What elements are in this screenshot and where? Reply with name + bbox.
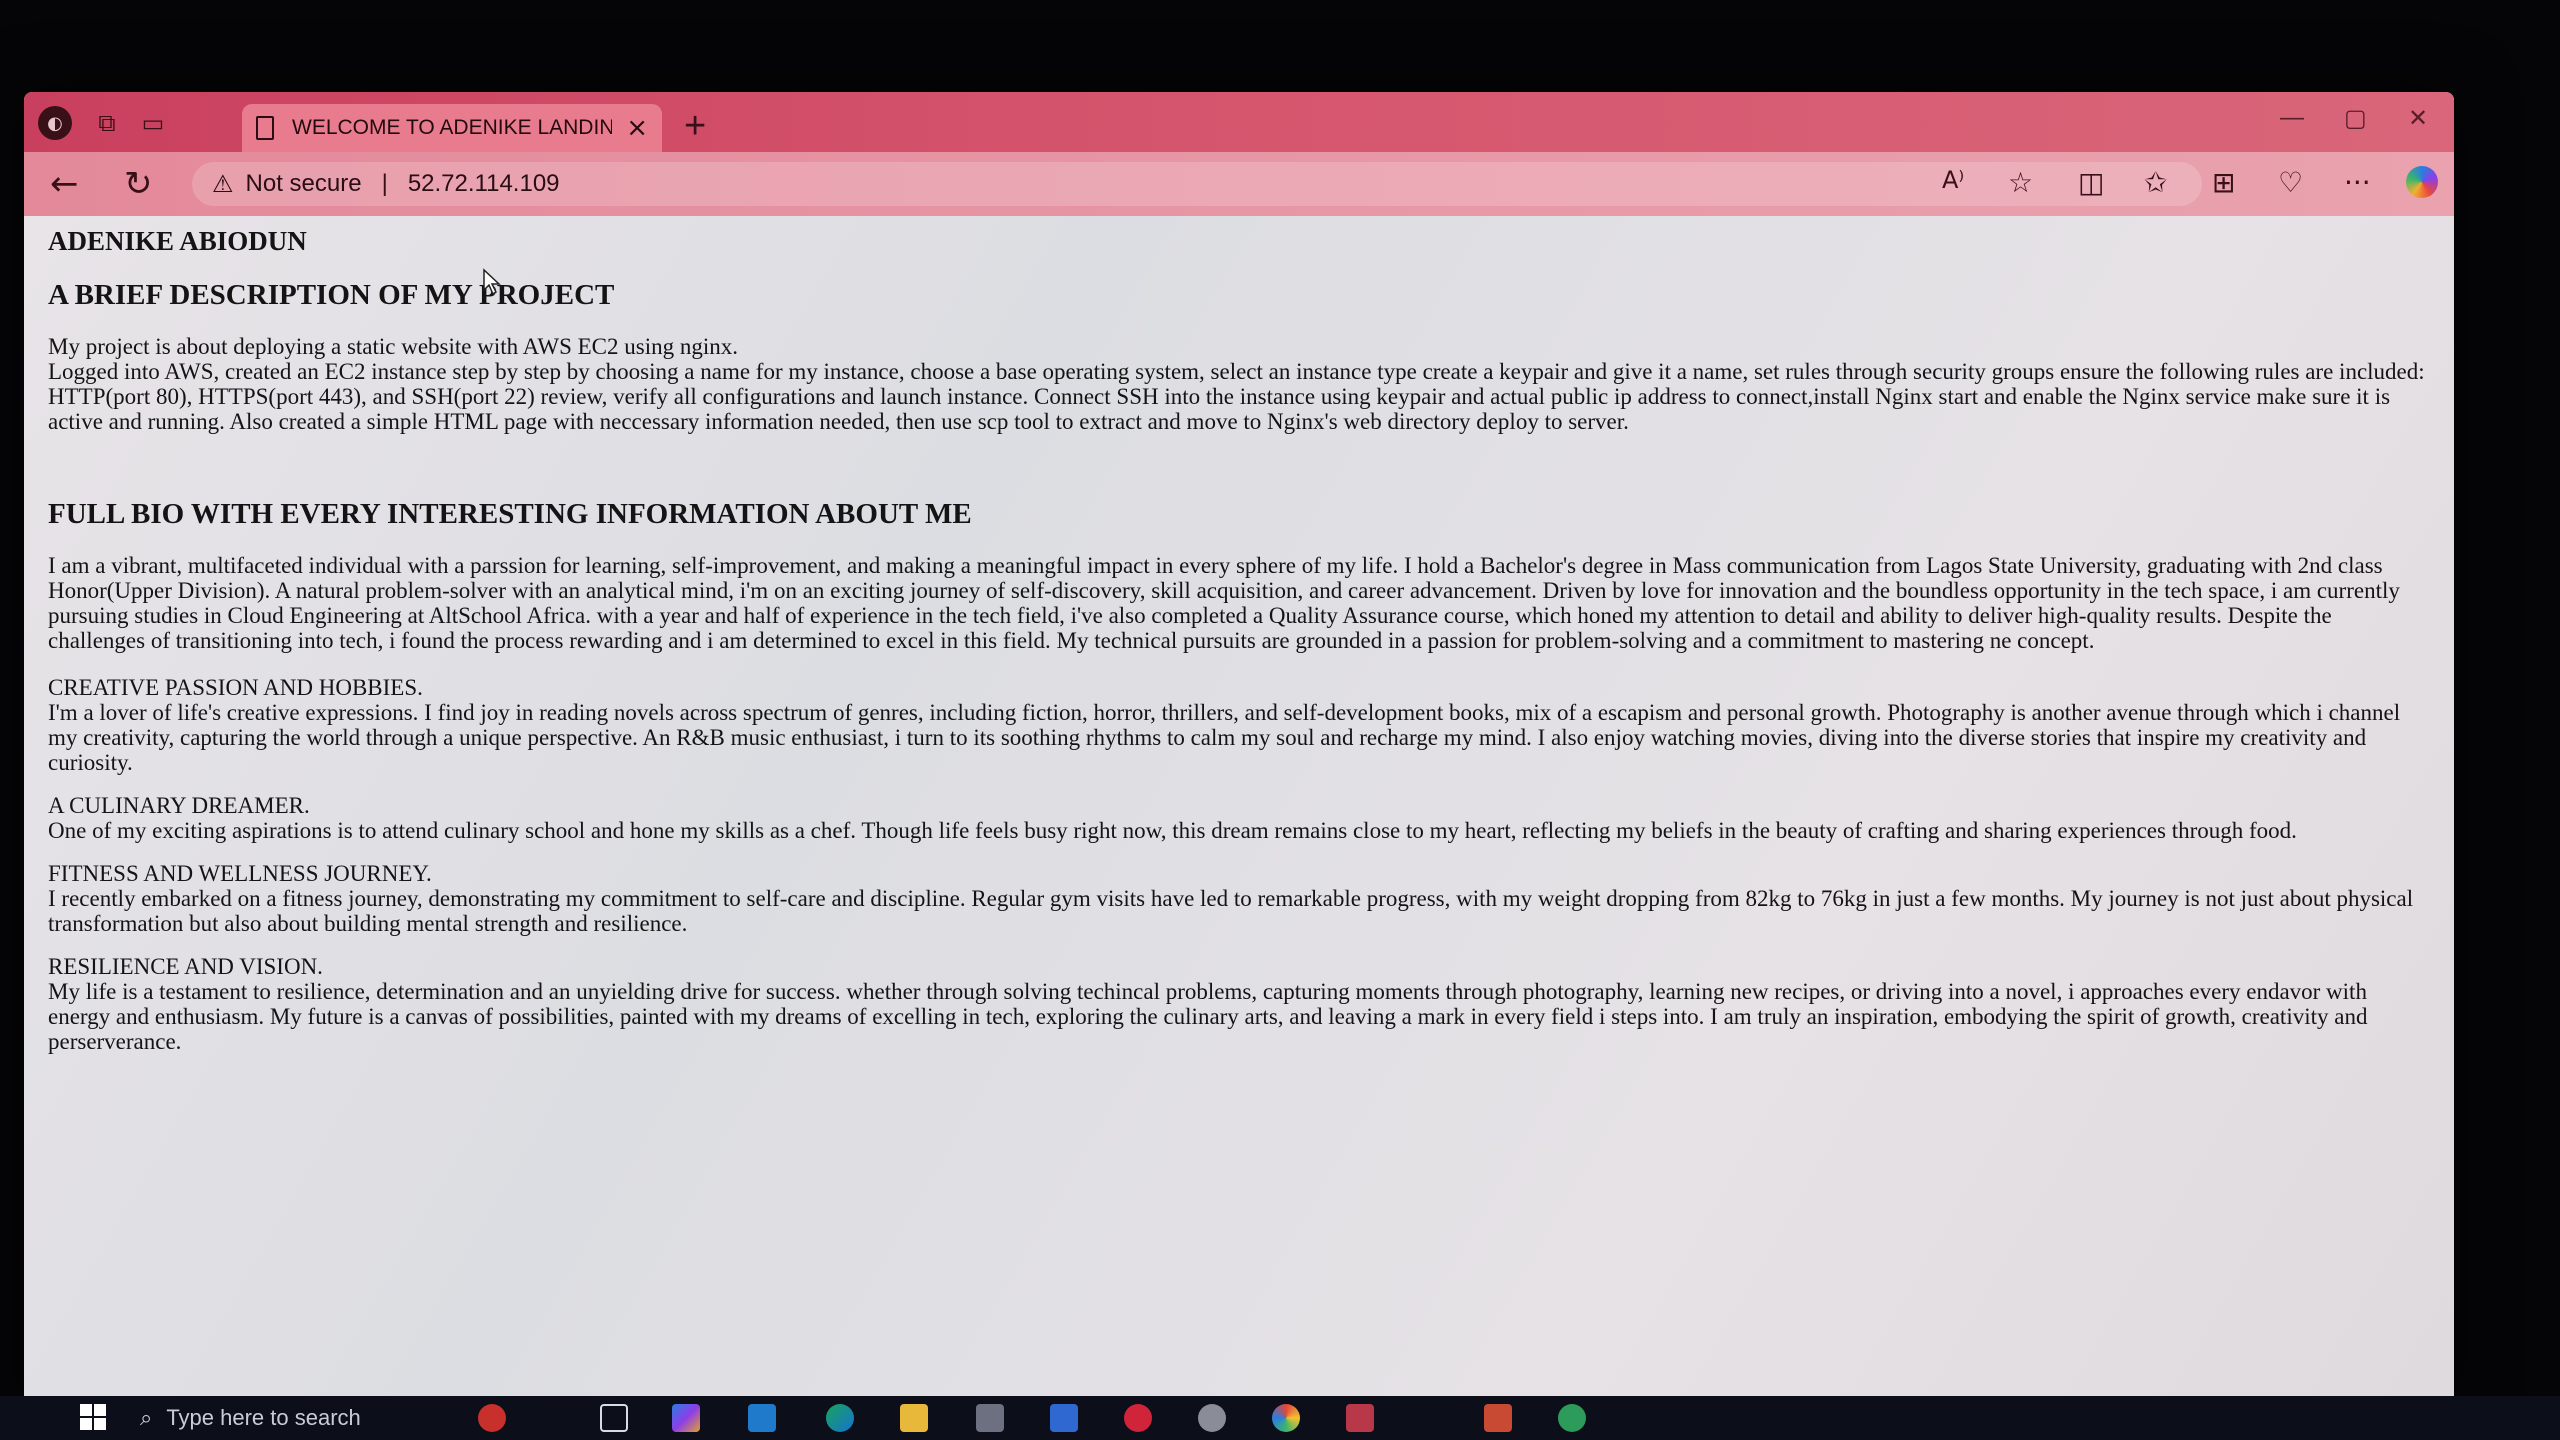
file-explorer-icon[interactable] bbox=[900, 1404, 928, 1432]
more-options-icon[interactable]: ··· bbox=[2344, 166, 2371, 199]
section-creative: CREATIVE PASSION AND HOBBIES. I'm a love… bbox=[48, 675, 2430, 775]
tab-active[interactable]: WELCOME TO ADENIKE LANDING PAGE × bbox=[242, 104, 662, 152]
copilot-icon[interactable] bbox=[2406, 166, 2438, 198]
read-aloud-icon[interactable]: A⁾ bbox=[1942, 166, 1964, 194]
bio-heading: FULL BIO WITH EVERY INTERESTING INFORMAT… bbox=[48, 498, 972, 530]
browser-essentials-icon[interactable]: ♡ bbox=[2278, 166, 2303, 199]
workspaces-icon[interactable]: ⧉ bbox=[90, 106, 124, 140]
task-view-icon[interactable] bbox=[600, 1404, 628, 1432]
vscode-icon[interactable] bbox=[748, 1404, 776, 1432]
taskbar-search[interactable]: ⌕ Type here to search bbox=[140, 1400, 440, 1436]
split-screen-icon[interactable]: ◫ bbox=[2078, 166, 2104, 199]
maximize-button[interactable]: ▢ bbox=[2344, 104, 2367, 133]
page-icon bbox=[256, 116, 274, 140]
url-text[interactable]: 52.72.114.109 bbox=[408, 170, 560, 198]
warning-icon[interactable]: ⚠ bbox=[212, 170, 234, 199]
section-culinary: A CULINARY DREAMER. One of my exciting a… bbox=[48, 793, 2430, 843]
address-bar[interactable]: ⚠ Not secure | 52.72.114.109 bbox=[192, 162, 2202, 206]
taskbar-search-placeholder[interactable]: Type here to search bbox=[166, 1405, 360, 1431]
address-separator: | bbox=[381, 170, 388, 197]
section-text: My life is a testament to resilience, de… bbox=[48, 979, 2368, 1054]
browser-window: ◐ ⧉ ▭ WELCOME TO ADENIKE LANDING PAGE × … bbox=[24, 92, 2454, 1412]
refresh-icon[interactable]: ↻ bbox=[124, 164, 153, 204]
store-icon[interactable] bbox=[976, 1404, 1004, 1432]
back-arrow-icon[interactable]: ← bbox=[50, 164, 79, 204]
security-label[interactable]: Not secure bbox=[246, 170, 362, 198]
close-window-button[interactable]: ✕ bbox=[2408, 104, 2428, 133]
poinsettia-icon[interactable] bbox=[478, 1404, 506, 1432]
windows-start-icon[interactable] bbox=[80, 1404, 106, 1430]
taskbar: ⌕ Type here to search bbox=[0, 1396, 2560, 1440]
vertical-tabs-icon[interactable]: ▭ bbox=[136, 106, 170, 140]
app-icon-4[interactable] bbox=[1558, 1404, 1586, 1432]
section-title: A CULINARY DREAMER. bbox=[48, 793, 310, 818]
section-text: I'm a lover of life's creative expressio… bbox=[48, 700, 2401, 775]
project-heading: A BRIEF DESCRIPTION OF MY PROJECT bbox=[48, 279, 615, 311]
app-icon[interactable] bbox=[1050, 1404, 1078, 1432]
project-description: My project is about deploying a static w… bbox=[48, 334, 2425, 434]
section-title: RESILIENCE AND VISION. bbox=[48, 954, 323, 979]
minimize-button[interactable]: — bbox=[2280, 104, 2304, 132]
chrome-icon[interactable] bbox=[1272, 1404, 1300, 1432]
new-tab-button[interactable]: + bbox=[684, 107, 706, 145]
profile-icon[interactable]: ◐ bbox=[38, 106, 72, 140]
bio-paragraph: I am a vibrant, multifaceted individual … bbox=[48, 553, 2400, 653]
navigation-bar: ← ↻ ⚠ Not secure | 52.72.114.109 A⁾ ☆ ◫ … bbox=[24, 152, 2454, 216]
page-content: ADENIKE ABIODUN A BRIEF DESCRIPTION OF M… bbox=[24, 216, 2454, 1412]
tab-bar: ◐ ⧉ ▭ WELCOME TO ADENIKE LANDING PAGE × … bbox=[24, 92, 2454, 152]
collections-icon[interactable]: ⊞ bbox=[2212, 166, 2235, 199]
section-fitness: FITNESS AND WELLNESS JOURNEY. I recently… bbox=[48, 861, 2430, 936]
opera-icon[interactable] bbox=[1124, 1404, 1152, 1432]
tab-close-icon[interactable]: × bbox=[626, 113, 648, 143]
section-title: CREATIVE PASSION AND HOBBIES. bbox=[48, 675, 423, 700]
section-resilience: RESILIENCE AND VISION. My life is a test… bbox=[48, 954, 2430, 1054]
settings-icon[interactable] bbox=[1198, 1404, 1226, 1432]
name-heading: ADENIKE ABIODUN bbox=[48, 226, 307, 256]
section-title: FITNESS AND WELLNESS JOURNEY. bbox=[48, 861, 432, 886]
search-icon: ⌕ bbox=[140, 1405, 153, 1430]
app-icon-2[interactable] bbox=[1346, 1404, 1374, 1432]
favorite-star-icon[interactable]: ☆ bbox=[2008, 166, 2033, 199]
tab-title: WELCOME TO ADENIKE LANDING PAGE bbox=[292, 116, 612, 139]
section-text: I recently embarked on a fitness journey… bbox=[48, 886, 2414, 936]
edge-icon[interactable] bbox=[826, 1404, 854, 1432]
app-icon-3[interactable] bbox=[1484, 1404, 1512, 1432]
section-text: One of my exciting aspirations is to att… bbox=[48, 818, 2297, 843]
favorites-icon[interactable]: ✩ bbox=[2144, 166, 2167, 199]
cursor-icon bbox=[483, 268, 501, 296]
copilot-taskbar-icon[interactable] bbox=[672, 1404, 700, 1432]
